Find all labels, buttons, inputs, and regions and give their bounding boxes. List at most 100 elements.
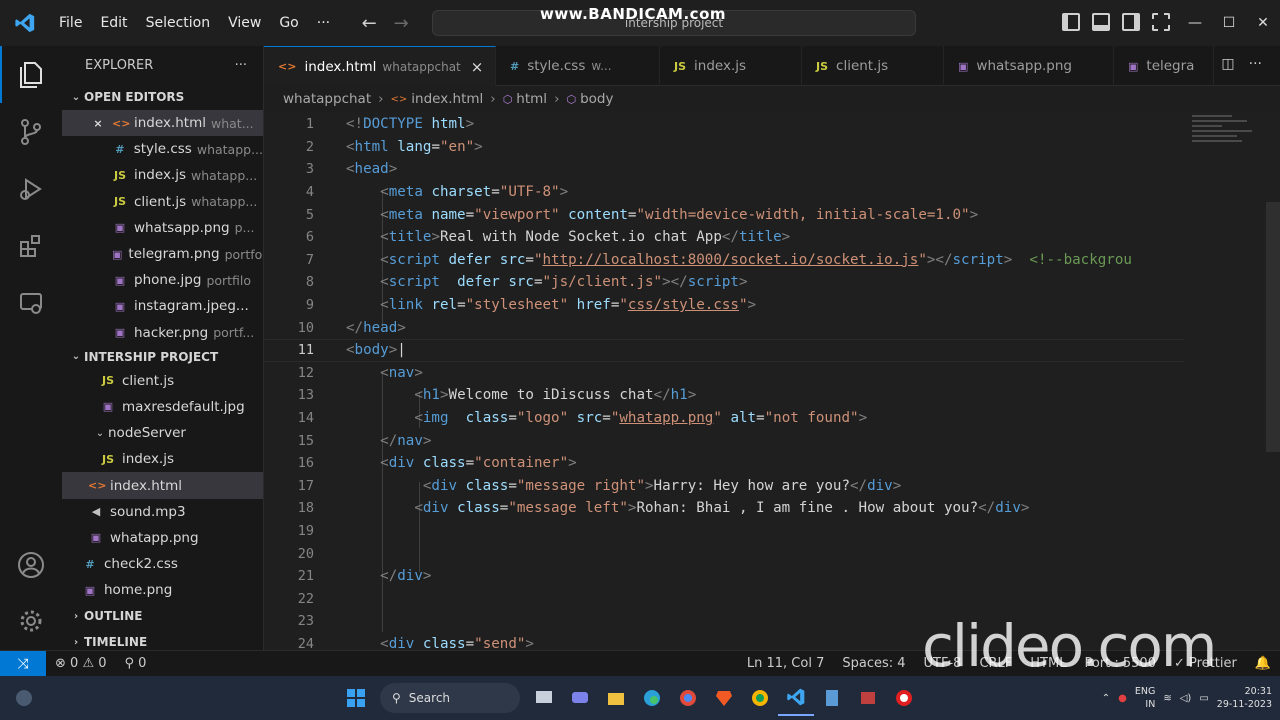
manage-gear-icon[interactable] — [0, 592, 62, 649]
back-arrow-icon[interactable]: ← — [353, 13, 385, 34]
wifi-icon[interactable]: ≋ — [1163, 693, 1171, 704]
menu-item[interactable]: ··· — [308, 0, 339, 46]
code-line[interactable]: 6 <title>Real with Node Socket.io chat A… — [264, 226, 1184, 249]
chrome-browser-icon[interactable] — [670, 680, 706, 716]
open-editor-item[interactable]: ▣ phone.jpg portfilo — [62, 267, 263, 293]
explorer-icon[interactable] — [0, 46, 62, 103]
taskbar-search[interactable]: ⚲ Search — [380, 683, 520, 713]
code-line[interactable]: 15 </nav> — [264, 429, 1184, 452]
code-line[interactable]: 18 <div class="message left">Rohan: Bhai… — [264, 497, 1184, 520]
menu-item[interactable]: Edit — [91, 0, 136, 46]
code-line[interactable]: 8 <script defer src="js/client.js"></scr… — [264, 271, 1184, 294]
tree-file-item[interactable]: ▣ whatapp.png — [62, 525, 263, 551]
breadcrumb-body[interactable]: body — [580, 91, 613, 107]
code-line[interactable]: 2 <html lang="en"> — [264, 136, 1184, 159]
toggle-panel-icon[interactable] — [1092, 13, 1110, 31]
open-editor-item[interactable]: ▣ whatsapp.png p... — [62, 215, 263, 241]
project-section[interactable]: ⌄ INTERSHIP PROJECT — [62, 346, 263, 368]
code-line[interactable]: 5 <meta name="viewport" content="width=d… — [264, 203, 1184, 226]
code-line[interactable]: 3 <head> — [264, 158, 1184, 181]
code-line[interactable]: 9 <link rel="stylesheet" href="css/style… — [264, 294, 1184, 317]
clock[interactable]: 20:31 29-11-2023 — [1217, 685, 1272, 711]
split-editor-icon[interactable]: ◫ — [1221, 56, 1234, 72]
tree-file-item[interactable]: <> index.html — [62, 472, 263, 499]
accounts-icon[interactable] — [0, 536, 62, 593]
remote-indicator-icon[interactable]: ⤨ — [0, 650, 46, 677]
open-editor-item[interactable]: ▣ telegram.pngportfolio — [62, 241, 263, 267]
toggle-sidebar-icon[interactable] — [1062, 13, 1080, 31]
editor-tab[interactable]: JS index.js — [660, 46, 802, 86]
close-icon[interactable]: × — [90, 117, 106, 130]
breadcrumb-folder[interactable]: whatappchat — [283, 91, 371, 107]
menu-item[interactable]: View — [219, 0, 270, 46]
toggle-secondary-sidebar-icon[interactable] — [1122, 13, 1140, 31]
chrome-alt-icon[interactable] — [742, 680, 778, 716]
widgets-icon[interactable] — [6, 680, 42, 716]
code-line[interactable]: 16 <div class="container"> — [264, 452, 1184, 475]
code-line[interactable]: 22 — [264, 588, 1184, 611]
brave-browser-icon[interactable] — [706, 680, 742, 716]
battery-icon[interactable]: ▭ — [1199, 693, 1208, 704]
open-editor-item[interactable]: # style.css whatapp... — [62, 136, 263, 162]
security-icon[interactable]: ● — [1118, 693, 1127, 704]
outline-section[interactable]: › OUTLINE — [62, 603, 263, 629]
extensions-icon[interactable] — [0, 217, 62, 274]
file-explorer-icon[interactable] — [598, 680, 634, 716]
tab-more-icon[interactable]: ··· — [1249, 56, 1262, 72]
code-line[interactable]: 7 <script defer src="http://localhost:80… — [264, 249, 1184, 272]
editor-tab[interactable]: # style.css w... — [496, 46, 660, 86]
problems-indicator[interactable]: ⊗ 0 ⚠ 0 — [46, 656, 116, 671]
ports-indicator[interactable]: ⚲ 0 — [116, 656, 156, 671]
open-editor-item[interactable]: ▣ hacker.png portf... — [62, 320, 263, 346]
run-debug-icon[interactable] — [0, 160, 62, 217]
open-editor-item[interactable]: JS client.js whatapp... — [62, 189, 263, 215]
vertical-scrollbar[interactable] — [1266, 202, 1280, 452]
indentation[interactable]: Spaces: 4 — [833, 656, 914, 671]
volume-icon[interactable]: ◁) — [1180, 693, 1192, 704]
code-editor[interactable]: 1 <!DOCTYPE html> 2 <html lang="en"> 3 <head>… — [264, 112, 1280, 650]
edge-browser-icon[interactable] — [634, 680, 670, 716]
timeline-section[interactable]: › TIMELINE — [62, 629, 263, 650]
tree-file-item[interactable]: ▣ home.png — [62, 577, 263, 603]
record-icon[interactable] — [886, 680, 922, 716]
tree-folder-item[interactable]: ⌄ nodeServer — [62, 420, 263, 446]
calculator-icon[interactable] — [814, 680, 850, 716]
code-line[interactable]: 21 </div> — [264, 565, 1184, 588]
bandicam-icon[interactable] — [850, 680, 886, 716]
code-line[interactable]: 14 <img class="logo" src="whatapp.png" a… — [264, 407, 1184, 430]
remote-explorer-icon[interactable] — [0, 274, 62, 331]
editor-tab[interactable]: JS client.js — [802, 46, 944, 86]
tree-file-item[interactable]: JS client.js — [62, 368, 263, 394]
editor-tab[interactable]: ▣ whatsapp.png — [944, 46, 1114, 86]
tree-file-item[interactable]: ◀ sound.mp3 — [62, 499, 263, 525]
breadcrumb-html[interactable]: html — [516, 91, 547, 107]
cursor-position[interactable]: Ln 11, Col 7 — [738, 656, 833, 671]
code-line[interactable]: 11 <body>| — [264, 339, 1184, 362]
language-indicator[interactable]: ENG IN — [1135, 685, 1155, 711]
customize-layout-icon[interactable] — [1152, 13, 1170, 31]
minimap[interactable] — [1192, 112, 1262, 172]
notifications-bell-icon[interactable]: 🔔 — [1246, 656, 1280, 671]
tree-file-item[interactable]: # check2.css — [62, 551, 263, 577]
open-editor-item[interactable]: JS index.js whatapp... — [62, 162, 263, 188]
code-line[interactable]: 12 <nav> — [264, 362, 1184, 385]
code-line[interactable]: 1 <!DOCTYPE html> — [264, 113, 1184, 136]
code-line[interactable]: 17 <div class="message right">Harry: Hey… — [264, 475, 1184, 498]
source-control-icon[interactable] — [0, 103, 62, 160]
menu-item[interactable]: File — [50, 0, 91, 46]
maximize-icon[interactable]: ☐ — [1212, 0, 1246, 46]
minimize-icon[interactable]: — — [1178, 0, 1212, 46]
open-editor-item[interactable]: ▣ instagram.jpeg... — [62, 293, 263, 319]
vscode-taskbar-icon[interactable] — [778, 680, 814, 716]
editor-tab[interactable]: <> index.html whatappchat × — [264, 46, 496, 86]
windows-start-icon[interactable] — [338, 680, 374, 716]
explorer-more-icon[interactable]: ··· — [235, 58, 247, 73]
breadcrumb-file[interactable]: index.html — [411, 91, 483, 107]
chat-icon[interactable] — [562, 680, 598, 716]
editor-tab[interactable]: ▣ telegra — [1114, 46, 1214, 86]
task-view-icon[interactable] — [526, 680, 562, 716]
code-line[interactable]: 4 <meta charset="UTF-8"> — [264, 181, 1184, 204]
tree-file-item[interactable]: JS index.js — [62, 446, 263, 472]
close-icon[interactable]: × — [471, 58, 484, 76]
show-hidden-icons-icon[interactable]: ⌃ — [1102, 693, 1110, 704]
